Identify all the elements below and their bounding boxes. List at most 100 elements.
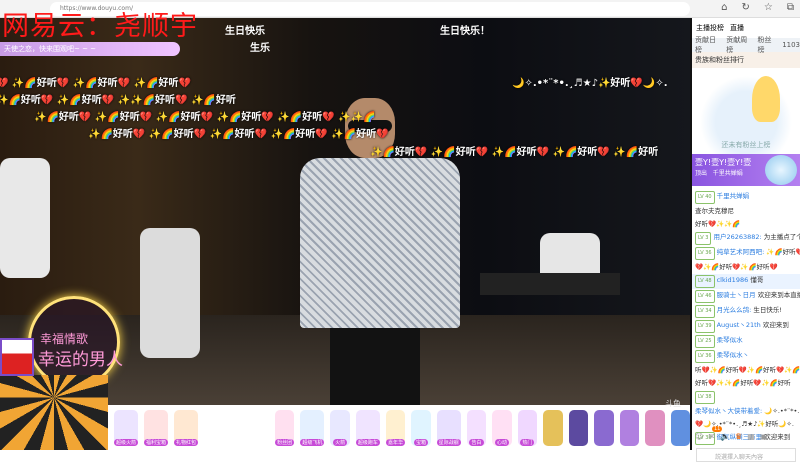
message-icon[interactable]: ✉ [708, 432, 715, 441]
gift-item[interactable]: 告白 [466, 409, 487, 446]
card-item[interactable] [594, 409, 614, 446]
song-sign-line2: 幸运的男人 [38, 350, 123, 370]
clarinet-player [0, 158, 50, 278]
card-item[interactable] [619, 409, 640, 446]
chat-message: LV 25 柔琴似水 [692, 334, 800, 349]
danmaku: 💔 ✨🌈好听💔 ✨🌈好听💔 ✨🌈好听💔 [0, 78, 191, 89]
danmaku: ✨🌈好听💔 ✨🌈好听💔 ✨🌈好听💔 ✨🌈好听💔 ✨🌈好听 [370, 147, 659, 158]
banner-sub1: 顶出 [695, 170, 708, 177]
chat-tools: ☺ ✉ 🔈 ♛ ▦ ▣ [692, 432, 800, 441]
gift-label: 嘉年华 [386, 438, 406, 446]
card-item[interactable] [568, 409, 589, 446]
noble-banner[interactable]: 壹Y!壹Y!壹Y!壹 顶出 千里共婵娟 [692, 154, 800, 186]
gift-item[interactable]: 超级跑车 [355, 409, 380, 446]
refresh-icon[interactable]: ↻ [742, 2, 750, 13]
card-item[interactable] [543, 409, 563, 446]
chat-username[interactable]: 千里共婵娟 [717, 192, 750, 200]
chat-input[interactable]: 説選擇入聊天內容 [696, 448, 796, 462]
gift-item[interactable]: 超级火箭 [114, 409, 139, 446]
gift-label: 告白 [469, 438, 484, 446]
empty-rank: 还未有粉丝上榜 [692, 68, 800, 158]
bass-player [140, 228, 200, 358]
chat-text: 懂哥 [750, 276, 764, 284]
douyu-watermark: 斗鱼 [665, 399, 681, 408]
level-badge: LV 40 [695, 191, 715, 204]
unread-badge: 11 [712, 426, 723, 432]
chat-username[interactable]: 柔琴似水 [717, 336, 743, 344]
chat-username[interactable]: clkid1986 [717, 276, 749, 284]
chat-message: LV 38 [692, 390, 800, 405]
card-item[interactable] [670, 409, 690, 446]
chat-message: 好听💔✨✨🌈 [692, 218, 800, 231]
banner-sub2: 千里共婵娟 [712, 170, 743, 177]
gift-item[interactable]: 粉丝团 [274, 409, 295, 446]
chat-username[interactable]: 柔琴似水丶大侠带着爱: [695, 407, 762, 415]
gift-label: 礼物红包 [174, 438, 199, 446]
gift-label: 福利宝箱 [144, 438, 169, 446]
home-icon[interactable]: ⌂ [721, 2, 727, 13]
chat-text: 好听💔✨✨🌈好听💔✨🌈好听 [695, 379, 791, 387]
streamer-rank-link[interactable]: 主播投榜 [696, 23, 724, 33]
chat-username[interactable]: 服骑士丶日月 [717, 291, 756, 299]
level-badge: LV 36 [695, 350, 715, 363]
streamer-camera [0, 375, 108, 450]
chat-username[interactable]: 纯草艺术阿西吧: [717, 248, 765, 256]
gift-label: 火箭 [333, 438, 348, 446]
rank-tabs: 贡献日榜 贡献周榜 粉丝榜 1103 [692, 35, 800, 55]
gift-label: 心动 [494, 438, 509, 446]
emoji-icon[interactable]: ☺ [695, 432, 703, 441]
level-badge: LV 34 [695, 305, 715, 318]
gift-bar: 超级火箭 福利宝箱 礼物红包 粉丝团 超级飞机 火箭 超级跑车 嘉年华 宝箱 星… [108, 405, 690, 450]
chat-username[interactable]: 用户26263882: [713, 233, 761, 241]
star-icon[interactable]: ☆ [764, 2, 773, 13]
danmaku: ✨🌈好听💔 ✨🌈好听💔 ✨✨🌈好听💔 ✨🌈好听 [0, 95, 236, 106]
chat-text: 为主播点了个赞 [763, 233, 800, 241]
chat-username[interactable]: 月光么么鸽: [717, 306, 752, 314]
race-car-badge[interactable] [0, 338, 34, 376]
level-badge: LV 46 [695, 290, 715, 303]
chat-message: 💔✨🌈好听💔✨🌈好听💔 [692, 261, 800, 274]
tab-daily[interactable]: 贡献日榜 [695, 35, 721, 55]
chat-message: LV 39 August丶21th 欢迎来到 [692, 319, 800, 334]
tab-fans[interactable]: 粉丝榜 [758, 35, 778, 55]
chat-message: 好听💔✨✨🌈好听💔✨🌈好听 [692, 377, 800, 390]
grid-icon[interactable]: ▦ [747, 432, 755, 441]
gift-item[interactable]: 星际战舰 [436, 409, 461, 446]
chat-text: ✨🌈好听💔 [766, 248, 800, 256]
chat-text: 💔✨🌈好听💔✨🌈好听💔 [695, 263, 778, 271]
chat-text: 欢迎来到本直播间 [757, 291, 800, 299]
tab-weekly[interactable]: 贡献周榜 [726, 35, 752, 55]
card-item[interactable] [645, 409, 665, 446]
mascot-image [752, 76, 780, 122]
danmaku: 🌙✧.•*¨*•.¸♬★♪✨好听💔🌙✧. [512, 78, 668, 89]
gift-item[interactable]: 宝箱 [411, 409, 431, 446]
chat-message: LV 34 月光么么鸽: 生日快乐! [692, 304, 800, 319]
gift-item[interactable]: 热门 [517, 409, 538, 446]
danmaku-birthday: 生日快乐！ [440, 26, 490, 37]
crown-icon[interactable]: ♛ [735, 432, 742, 441]
gift-label: 热门 [520, 438, 535, 446]
gift-item[interactable]: 超级飞机 [300, 409, 325, 446]
gift-item[interactable]: 心动 [492, 409, 512, 446]
settings-icon[interactable]: ▣ [760, 432, 768, 441]
level-badge: LV 36 [695, 247, 715, 260]
level-badge: LV 25 [695, 335, 715, 348]
chat-username[interactable]: August丶21th [717, 321, 761, 329]
gift-item[interactable]: 福利宝箱 [144, 409, 169, 446]
chat-list[interactable]: LV 40 千里共婵娟 查尔夫克穆尼 好听💔✨✨🌈 LV 3 用户26263882: 为… [692, 190, 800, 446]
live-link[interactable]: 直播 [730, 23, 744, 33]
chat-message: 听💔✨🌈好听💔✨🌈好听💔✨🌈 [692, 364, 800, 377]
gift-item[interactable]: 礼物红包 [174, 409, 199, 446]
collections-icon[interactable]: ⧉ [787, 2, 794, 13]
chat-message: LV 46服骑士丶日月 欢迎来到本直播间 [692, 289, 800, 304]
gift-item[interactable]: 火箭 [330, 409, 350, 446]
danmaku: ✨🌈好听💔 ✨🌈好听💔 ✨🌈好听💔 ✨🌈好听💔 ✨🌈好听💔 ✨✨🌈 [34, 112, 376, 123]
level-badge: LV 38 [695, 391, 715, 404]
chat-username[interactable]: 柔琴似水丶 [717, 351, 750, 359]
gift-item[interactable]: 嘉年华 [385, 409, 406, 446]
chat-text: 欢迎来到 [762, 321, 789, 329]
tab-count[interactable]: 1103 [782, 41, 800, 49]
speaker-icon[interactable]: 🔈 [720, 432, 730, 441]
danmaku-birthday: 生乐 [250, 43, 270, 54]
chat-message: LV 48 clkid1986 懂哥 [692, 274, 800, 289]
